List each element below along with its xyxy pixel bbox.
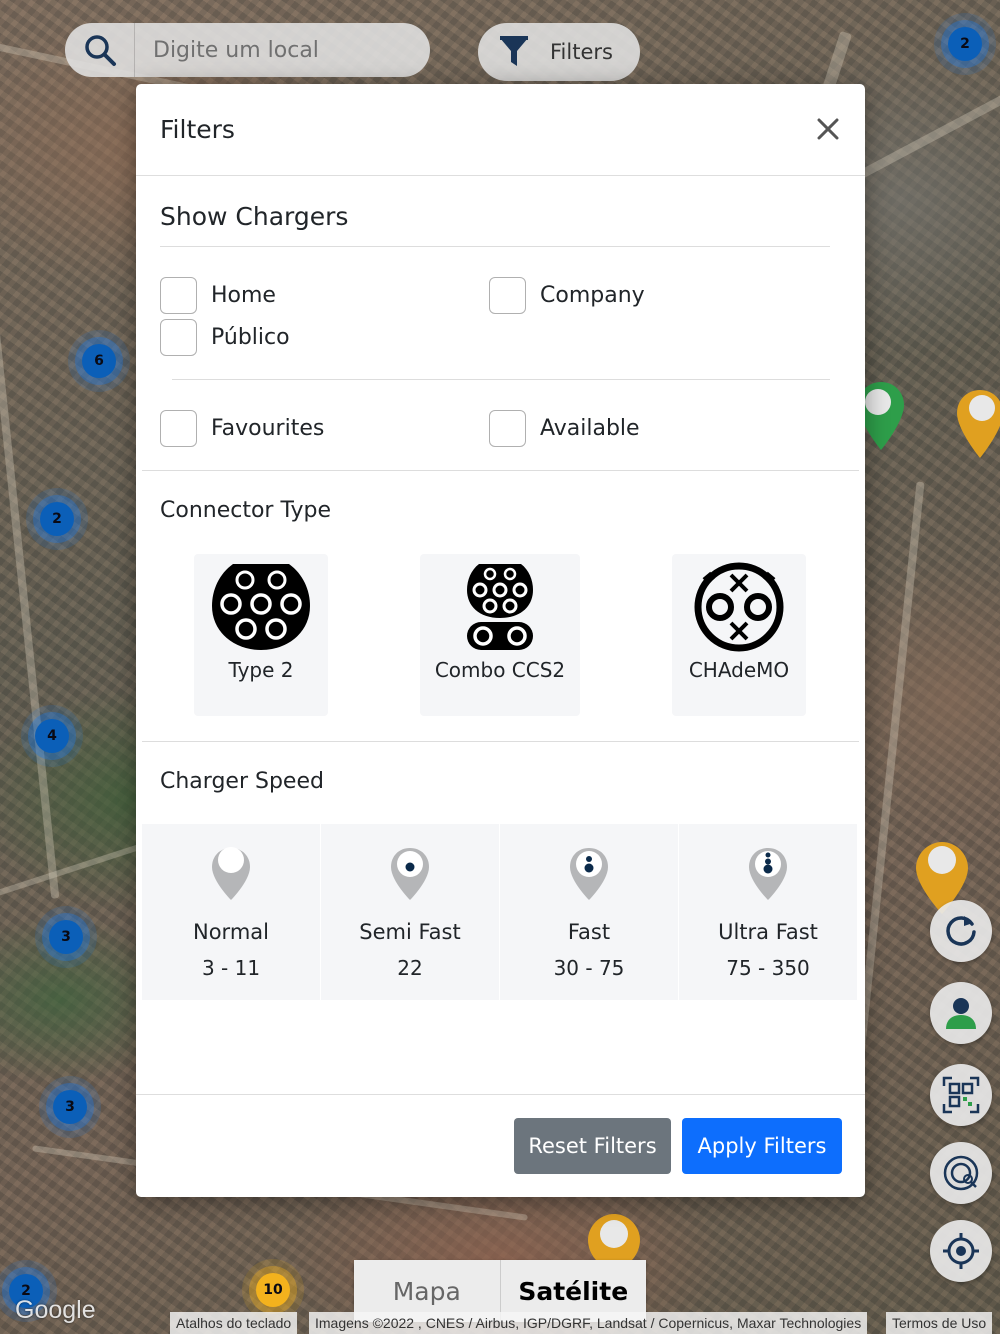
connector-type-title: Connector Type <box>160 498 331 523</box>
semi-fast-speed-pin-icon <box>391 848 429 900</box>
refresh-icon <box>946 916 976 946</box>
connector-ccs2-card[interactable]: Combo CCS2 <box>420 554 580 716</box>
divider <box>172 379 830 380</box>
search-icon <box>84 35 116 66</box>
checkbox-label: Available <box>540 416 640 441</box>
checkbox-company[interactable]: Company <box>489 277 645 314</box>
speed-name: Fast <box>567 920 611 944</box>
speed-normal-card[interactable]: Normal 3 - 11 <box>142 824 320 1000</box>
close-button[interactable] <box>813 114 843 144</box>
speed-name: Ultra Fast <box>718 920 818 944</box>
checkbox-box[interactable] <box>160 410 197 447</box>
speed-range: 75 - 350 <box>726 956 810 980</box>
close-icon <box>817 118 839 140</box>
qr-code-icon <box>942 1076 980 1114</box>
ccs2-connector-icon <box>467 564 533 650</box>
filters-button[interactable]: Filters <box>478 23 640 81</box>
map-cluster[interactable]: 3 <box>49 920 83 954</box>
ultra-fast-speed-pin-icon <box>749 848 787 900</box>
map-pin-orange[interactable] <box>955 388 1000 460</box>
speed-fast-card[interactable]: Fast 30 - 75 <box>500 824 678 1000</box>
google-logo: Google <box>15 1296 96 1324</box>
divider <box>160 246 830 247</box>
search-input[interactable] <box>135 23 430 77</box>
search-bar <box>65 23 430 77</box>
chademo-connector-icon <box>694 562 784 652</box>
checkbox-label: Home <box>211 283 276 308</box>
map-cluster[interactable]: 4 <box>35 719 69 753</box>
speed-range: 3 - 11 <box>201 956 261 980</box>
connector-type2-card[interactable]: Type 2 <box>194 554 328 716</box>
modal-header: Filters <box>136 84 865 176</box>
checkbox-favourites[interactable]: Favourites <box>160 410 324 447</box>
map-cluster[interactable]: 2 <box>948 27 982 61</box>
filter-funnel-icon <box>500 36 528 66</box>
type2-connector-icon <box>212 564 310 650</box>
profile-button[interactable] <box>930 982 992 1044</box>
show-chargers-title: Show Chargers <box>160 202 349 231</box>
modal-title: Filters <box>160 115 235 144</box>
speed-ultra-fast-card[interactable]: Ultra Fast 75 - 350 <box>679 824 857 1000</box>
map-cluster[interactable]: 2 <box>40 502 74 536</box>
map-pin-orange[interactable] <box>586 1212 642 1262</box>
checkbox-label: Público <box>211 325 290 350</box>
checkbox-box[interactable] <box>160 319 197 356</box>
divider <box>142 470 859 471</box>
radar-search-icon <box>943 1155 979 1191</box>
speed-name: Semi Fast <box>359 920 461 944</box>
modal-footer-divider <box>136 1094 865 1095</box>
checkbox-label: Favourites <box>211 416 325 441</box>
filters-button-label: Filters <box>550 40 613 64</box>
speed-range: 22 <box>397 956 423 980</box>
search-button[interactable] <box>65 23 135 77</box>
imagery-attribution: Imagens ©2022 , CNES / Airbus, IGP/DGRF,… <box>309 1312 868 1334</box>
connector-label: Type 2 <box>228 658 294 682</box>
checkbox-available[interactable]: Available <box>489 410 640 447</box>
nearby-search-button[interactable] <box>930 1142 992 1204</box>
map-cluster[interactable]: 3 <box>53 1090 87 1124</box>
user-icon <box>946 998 976 1029</box>
reset-filters-button[interactable]: Reset Filters <box>514 1118 671 1174</box>
apply-filters-button[interactable]: Apply Filters <box>682 1118 842 1174</box>
speed-range: 30 - 75 <box>553 956 625 980</box>
normal-speed-pin-icon <box>212 847 250 900</box>
speed-semi-fast-card[interactable]: Semi Fast 22 <box>321 824 499 1000</box>
checkbox-box[interactable] <box>489 277 526 314</box>
connector-chademo-card[interactable]: CHAdeMO <box>672 554 806 716</box>
crosshair-icon <box>943 1233 979 1269</box>
charger-speed-title: Charger Speed <box>160 769 324 794</box>
qr-scan-button[interactable] <box>930 1064 992 1126</box>
connector-label: Combo CCS2 <box>434 658 566 682</box>
checkbox-box[interactable] <box>160 277 197 314</box>
fast-speed-pin-icon <box>570 848 608 900</box>
filters-modal: Filters Show Chargers Home Company Públi… <box>136 84 865 1197</box>
my-location-button[interactable] <box>930 1220 992 1282</box>
refresh-button[interactable] <box>930 900 992 962</box>
checkbox-home[interactable]: Home <box>160 277 276 314</box>
checkbox-publico[interactable]: Público <box>160 319 290 356</box>
speed-name: Normal <box>193 920 269 944</box>
map-cluster[interactable]: 6 <box>82 344 116 378</box>
map-cluster-orange[interactable]: 10 <box>256 1273 290 1307</box>
divider <box>142 741 859 742</box>
checkbox-box[interactable] <box>489 410 526 447</box>
keyboard-shortcuts-link[interactable]: Atalhos do teclado <box>170 1312 298 1334</box>
terms-of-use-link[interactable]: Termos de Uso <box>886 1312 993 1334</box>
connector-label: CHAdeMO <box>688 658 790 682</box>
checkbox-label: Company <box>540 283 645 308</box>
